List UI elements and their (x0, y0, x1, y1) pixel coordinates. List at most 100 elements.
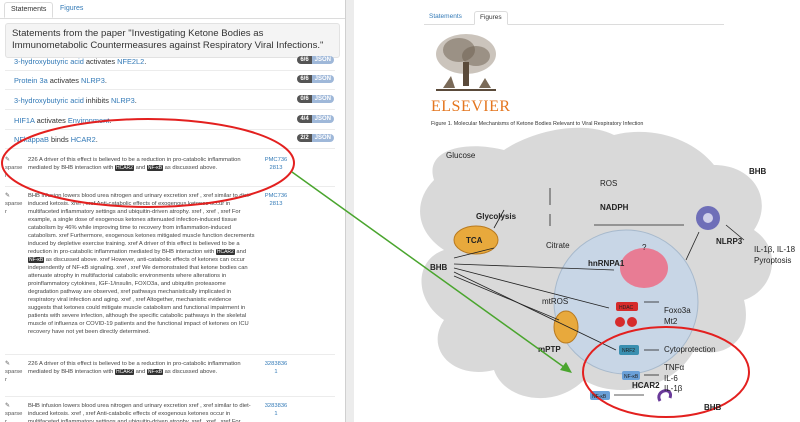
statement-object[interactable]: Environment (68, 116, 110, 125)
statement-verb: activates (47, 76, 81, 85)
statement-verb: activates (34, 116, 68, 125)
statement-row[interactable]: 3-hydroxybutyric acid inhibits NLRP3. 0/6… (14, 95, 334, 105)
evidence-source: ✎ sparse r (5, 157, 23, 179)
evidence-text: 226 A driver of this effect is believed … (28, 156, 255, 172)
statement-separator (5, 89, 335, 90)
label-mt2: Mt2 (664, 317, 678, 326)
evidence-text-pre: BHB infusion lowers blood urea nitrogen … (28, 193, 255, 255)
evidence-badge: 4/4 JSON (297, 115, 334, 123)
pmc-link[interactable]: PMC736 2813 (261, 192, 291, 208)
evidence-source: ✎ sparse r (5, 361, 23, 383)
statement-separator (5, 70, 335, 71)
highlight-nfkb: NF-κB (146, 165, 164, 171)
evidence-text-mid: and (133, 165, 147, 171)
evidence-text: 226 A driver of this effect is believed … (28, 360, 255, 376)
evidence-count: 0/6 (297, 95, 312, 103)
evidence-text-post: as discussed above. (163, 369, 218, 375)
statement-end: . (134, 96, 137, 105)
label-question: ? (642, 243, 647, 252)
label-mtros: mtROS (542, 297, 568, 306)
label-glucose: Glucose (446, 151, 476, 160)
evidence-text-pre: BHB infusion lowers blood urea nitrogen … (28, 403, 251, 422)
label-nfkb-cytoplasm: NF-κB (592, 394, 607, 400)
statement-end: . (144, 57, 147, 66)
evidence-separator (5, 186, 335, 187)
evidence-separator (5, 396, 335, 397)
statement-verb: inhibits (83, 96, 111, 105)
evidence-source: ✎ sparse r (5, 193, 23, 215)
highlight-nfkb: NF-κB (28, 257, 45, 263)
json-button[interactable]: JSON (311, 115, 334, 123)
statement-row[interactable]: HIF1A activates Environment. 4/4 JSON (14, 115, 334, 125)
highlight-nfkb: NF-κB (146, 369, 164, 375)
evidence-count: 2/2 (297, 134, 312, 142)
label-ros: ROS (600, 179, 617, 188)
highlight-hcar2: HCAR2 (215, 249, 235, 255)
statement-row[interactable]: 3-hydroxybutyric acid activates NFE2L2. 6… (14, 56, 334, 66)
page-title: Statements from the paper "Investigating… (5, 23, 340, 58)
label-glycolysis: Glycolysis (476, 212, 517, 221)
statement-separator (5, 148, 335, 149)
statement-object[interactable]: HCAR2 (71, 135, 96, 144)
evidence-count: 4/4 (297, 115, 312, 123)
evidence-text: BHB infusion lowers blood urea nitrogen … (28, 192, 255, 336)
tab-figures[interactable]: Figures (54, 2, 89, 16)
json-button[interactable]: JSON (311, 134, 334, 142)
json-button[interactable]: JSON (311, 75, 334, 83)
statement-object[interactable]: NLRP3 (81, 76, 105, 85)
json-button[interactable]: JSON (311, 95, 334, 103)
evidence-source: ✎ sparse r (5, 403, 23, 422)
label-hdac: HDAC (619, 305, 634, 311)
evidence-text-mid: and (133, 369, 147, 375)
evidence-separator (5, 354, 335, 355)
mitochondrion-mptp (553, 310, 579, 344)
label-hcar2: HCAR2 (632, 381, 660, 390)
label-nfkb-nucleus: NF-κB (624, 374, 639, 380)
statement-object[interactable]: NLRP3 (111, 96, 135, 105)
statement-row[interactable]: Protein 3a activates NLRP3. 6/6 JSON (14, 75, 334, 85)
label-foxo3a: Foxo3a (664, 306, 691, 315)
statement-row[interactable]: NFkappaB binds HCAR2. 2/2 JSON (14, 134, 334, 144)
label-bhb-left: BHB (430, 263, 448, 272)
highlight-hcar2: HCAR2 (115, 165, 134, 171)
figure-panel: Statements Figures ELSEVIER Figure 1. Mo… (354, 0, 800, 422)
pmc-link[interactable]: 3283836 1 (261, 360, 291, 376)
statement-end: . (95, 135, 98, 144)
statement-end: . (104, 76, 107, 85)
statement-subject[interactable]: NFkappaB (14, 135, 49, 144)
statement-subject[interactable]: 3-hydroxybutyric acid (14, 96, 84, 105)
statement-subject[interactable]: Protein 3a (14, 76, 48, 85)
statement-object[interactable]: NFE2L2 (117, 57, 144, 66)
json-button[interactable]: JSON (311, 56, 334, 64)
statement-end: . (109, 116, 112, 125)
label-tnfa: TNFα (664, 363, 685, 372)
evidence-count: 6/6 (297, 75, 312, 83)
pmc-link[interactable]: 3283836 1 (261, 402, 291, 418)
evidence-text: BHB infusion lowers blood urea nitrogen … (28, 402, 255, 422)
evidence-badge: 0/6 JSON (297, 95, 334, 103)
evidence-text-post: as discussed above. (163, 165, 218, 171)
evidence-badge: 2/2 JSON (297, 134, 334, 142)
label-nrf2: NRF2 (622, 348, 635, 354)
evidence-text-mid: and (234, 249, 247, 255)
evidence-count: 6/6 (297, 56, 312, 64)
statement-subject[interactable]: 3-hydroxybutyric acid (14, 57, 84, 66)
label-bhb-bottom: BHB (704, 403, 722, 412)
highlight-hcar2: HCAR2 (115, 369, 134, 375)
label-nadph: NADPH (600, 203, 629, 212)
mechanism-figure: Glucose ROS NADPH Glycolysis TCA Citrate… (420, 127, 796, 418)
statement-verb: activates (83, 57, 118, 66)
label-citrate: Citrate (546, 241, 570, 250)
hnrnpa1-protein (620, 248, 668, 288)
label-bhb-top: BHB (749, 167, 767, 176)
statement-subject[interactable]: HIF1A (14, 116, 35, 125)
label-hnrnpa1: hnRNPA1 (588, 259, 625, 268)
tab-statements[interactable]: Statements (4, 2, 54, 18)
label-nlrp3: NLRP3 (716, 237, 743, 246)
statements-panel: Statements Figures Statements from the p… (0, 0, 345, 422)
label-tca: TCA (466, 236, 483, 245)
evidence-text-post: as discussed above. xref However, anti-c… (28, 257, 249, 335)
statement-separator (5, 109, 335, 110)
label-mptp: mPTP (538, 345, 561, 354)
pmc-link[interactable]: PMC736 2813 (261, 156, 291, 172)
